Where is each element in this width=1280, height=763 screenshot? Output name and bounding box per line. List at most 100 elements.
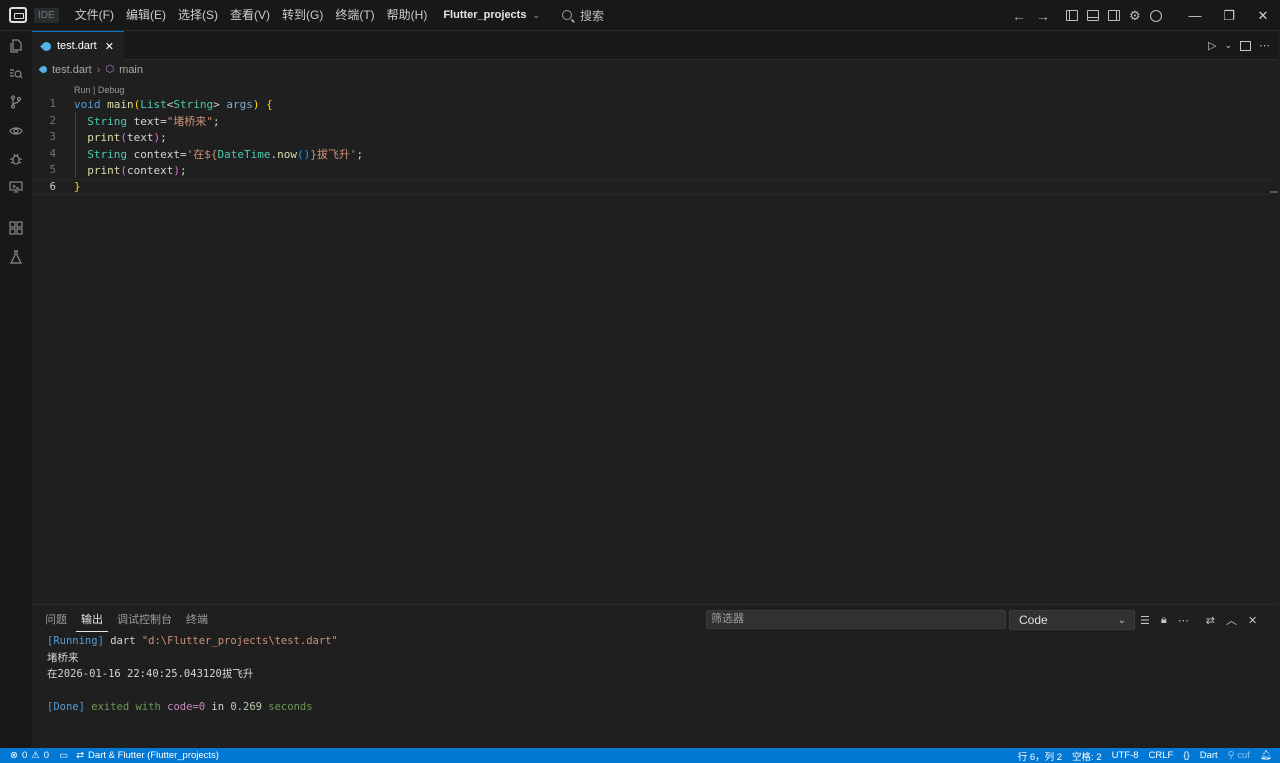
output-line: [Running] dart "d:\Flutter_projects\test… [47, 635, 338, 647]
project-switcher[interactable]: Flutter_projects ⌄ [443, 9, 540, 21]
dart-flutter-target[interactable]: Dart & Flutter (Flutter_projects) [88, 750, 219, 761]
tab-test-dart[interactable]: test.dart ✕ [32, 31, 124, 60]
source-control-icon[interactable] [9, 95, 23, 109]
breadcrumb-chevron-icon: › [96, 63, 101, 76]
line-number: 1 [49, 98, 56, 111]
error-icon: ⊗ [10, 750, 18, 761]
indentation[interactable]: 空格: 2 [1072, 749, 1102, 763]
error-count[interactable]: 0 [22, 750, 27, 761]
tab-debug-console[interactable]: 调试控制台 [112, 607, 177, 631]
go-forward-icon[interactable]: → [1036, 8, 1050, 24]
menu-view[interactable]: 查看(V) [224, 0, 276, 31]
code-lens[interactable]: Run | Debug [74, 83, 124, 97]
maximize-panel-icon[interactable]: ︿ [1226, 612, 1237, 628]
breadcrumb-file[interactable]: test.dart [52, 64, 92, 76]
debug-icon[interactable] [9, 152, 23, 166]
menu-terminal[interactable]: 终端(T) [329, 0, 380, 31]
eye-icon[interactable] [9, 124, 23, 138]
code-line: 4 String context='在${DateTime.now()}拔飞升'… [32, 146, 1272, 163]
code-line: 1 void main(List<String> args) { [32, 96, 1272, 113]
layout-controls: ⚙ [1066, 0, 1162, 31]
editor-actions: ▷ ⌄ ⋯ [1208, 31, 1270, 60]
more-actions-icon[interactable]: ⋯ [1178, 614, 1189, 627]
tab-terminal[interactable]: 终端 [181, 607, 213, 631]
code-line-current: 6 } [32, 178, 1272, 195]
title-bar: IDE 文件(F) 编辑(E) 选择(S) 查看(V) 转到(G) 终端(T) … [0, 0, 1280, 31]
line-number: 5 [49, 164, 56, 177]
output-line: [Done] exited with code=0 in 0.269 secon… [47, 701, 313, 713]
extensions-icon[interactable] [9, 221, 23, 235]
output-channel-select[interactable]: Code ⌄ [1009, 610, 1135, 630]
menu-edit[interactable]: 编辑(E) [120, 0, 172, 31]
output-log: [Running] dart "d:\Flutter_projects\test… [47, 633, 338, 716]
gear-icon[interactable]: ⚙ [1129, 8, 1141, 24]
encoding[interactable]: UTF-8 [1112, 750, 1139, 761]
output-line: 在2026-01-16 22:40:25.043120拔飞升 [47, 668, 254, 680]
menu-selection[interactable]: 选择(S) [172, 0, 224, 31]
ide-badge: IDE [34, 7, 59, 23]
line-number: 6 [49, 180, 56, 193]
output-line: 堵桥来 [47, 651, 79, 664]
output-channel-value: Code [1019, 613, 1048, 627]
end-of-line[interactable]: CRLF [1149, 750, 1174, 761]
panel-settings-icon[interactable]: ⇄ [1206, 614, 1215, 627]
output-blank-line [47, 683, 338, 700]
remote-explorer-icon[interactable] [9, 180, 23, 194]
code-line: 3 print(text); [32, 129, 1272, 146]
toggle-primary-sidebar-icon[interactable] [1066, 10, 1078, 21]
chevron-down-icon: ⌄ [1117, 615, 1126, 626]
editor-tabs: test.dart ✕ [32, 31, 1278, 60]
command-center-search[interactable]: 搜索 [562, 7, 604, 24]
project-name: Flutter_projects [443, 9, 527, 21]
language-mode[interactable]: Dart [1200, 750, 1218, 761]
warning-count[interactable]: 0 [44, 750, 49, 761]
notifications-bell-icon[interactable]: 🔔︎ [1260, 750, 1272, 761]
clear-output-icon[interactable]: ☰ [1140, 614, 1150, 627]
cursor-position[interactable]: 行 6，列 2 [1018, 749, 1062, 763]
menu-go[interactable]: 转到(G) [276, 0, 329, 31]
braces-icon[interactable]: {} [1183, 750, 1189, 761]
close-panel-icon[interactable]: ✕ [1248, 614, 1257, 627]
line-number: 2 [49, 114, 56, 127]
tab-problems[interactable]: 问题 [40, 607, 72, 631]
explorer-icon[interactable] [9, 39, 23, 53]
breadcrumb-symbol[interactable]: main [119, 64, 143, 76]
run-icon[interactable]: ▷ [1208, 39, 1216, 52]
search-icon [562, 10, 573, 20]
toggle-secondary-sidebar-icon[interactable] [1108, 10, 1120, 21]
close-icon[interactable]: ✕ [105, 40, 114, 53]
code-line: 5 print(context); [32, 162, 1272, 179]
toggle-panel-icon[interactable] [1087, 10, 1099, 21]
filter-input[interactable]: 筛选器 [706, 610, 1006, 629]
bottom-panel: 问题 输出 调试控制台 终端 筛选器 Code ⌄ ☰ 🔒︎ ⋯ ⇄ ︿ ✕ [… [32, 604, 1278, 748]
code-line: 2 String text="堵桥来"; [32, 113, 1272, 130]
dart-file-icon [38, 64, 49, 75]
warning-icon: ⚠ [31, 750, 40, 761]
go-back-icon[interactable]: ← [1012, 8, 1026, 24]
chevron-down-icon[interactable]: ⌄ [1224, 40, 1232, 51]
search-label: 搜索 [580, 8, 605, 23]
status-left: ⊗ 0 ⚠ 0 ▭ ⇄ Dart & Flutter (Flutter_proj… [0, 750, 219, 761]
close-window-icon[interactable]: ✕ [1246, 0, 1280, 31]
tab-output[interactable]: 输出 [76, 607, 108, 632]
restore-icon[interactable]: ❐ [1212, 0, 1246, 31]
lock-scroll-icon[interactable]: 🔒︎ [1161, 614, 1167, 627]
menu-file[interactable]: 文件(F) [69, 0, 120, 31]
breadcrumb: test.dart › ⬡ main [32, 60, 1278, 79]
search-view-icon[interactable] [9, 67, 23, 81]
ports-icon[interactable]: ▭ [59, 750, 68, 761]
testing-flask-icon[interactable] [9, 250, 23, 264]
account-icon[interactable] [1149, 9, 1162, 22]
menu-help[interactable]: 帮助(H) [381, 0, 434, 31]
line-number: 4 [49, 147, 56, 160]
split-editor-icon[interactable] [1240, 40, 1251, 51]
status-extra: ⚲ cuf [1227, 750, 1250, 761]
minimize-icon[interactable]: — [1178, 0, 1212, 31]
dart-file-icon [40, 39, 53, 53]
status-bar: ⊗ 0 ⚠ 0 ▭ ⇄ Dart & Flutter (Flutter_proj… [0, 748, 1280, 763]
status-right: 行 6，列 2 空格: 2 UTF-8 CRLF {} Dart ⚲ cuf 🔔… [1018, 748, 1272, 763]
more-actions-icon[interactable]: ⋯ [1259, 39, 1270, 52]
panel-actions: ☰ 🔒︎ ⋯ ⇄ ︿ ✕ [1140, 610, 1257, 630]
navigation-arrows: ← → [1012, 0, 1050, 31]
overview-ruler-mark [1270, 191, 1278, 193]
